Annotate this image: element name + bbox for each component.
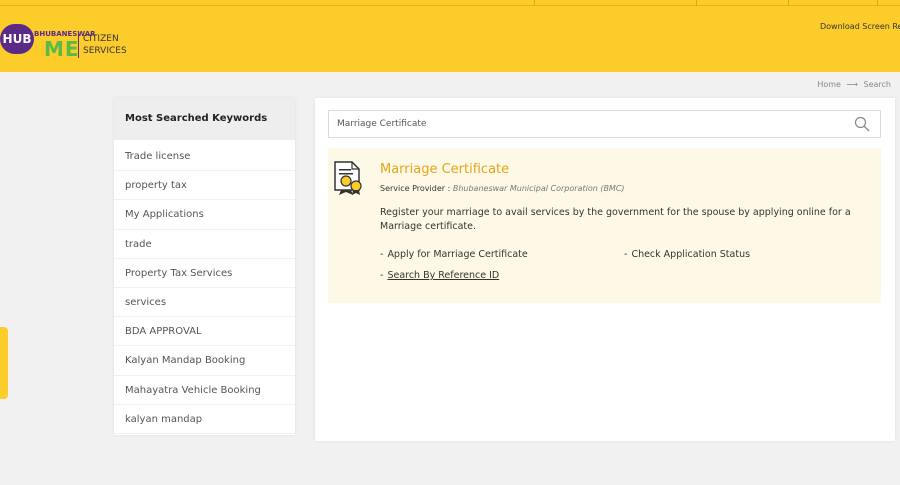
logo-hub-badge: HUB (0, 24, 34, 54)
logo-citizen-services: CITIZEN SERVICES (83, 33, 127, 57)
header-top-bar (0, 0, 900, 6)
logo-divider (78, 32, 79, 58)
keywords-list: Trade license property tax My Applicatio… (114, 142, 295, 434)
header-divider (696, 0, 697, 6)
header-divider (877, 0, 878, 6)
header-divider (788, 0, 789, 6)
check-status-link[interactable]: - Check Application Status (624, 249, 750, 260)
breadcrumb-home[interactable]: Home (817, 80, 841, 89)
result-title[interactable]: Marriage Certificate (380, 162, 509, 177)
reference-id-link-label: Search By Reference ID (387, 270, 500, 281)
keyword-item[interactable]: property tax (114, 171, 295, 201)
keyword-item[interactable]: Trade license (114, 142, 295, 172)
provider-label: Service Provider : (380, 184, 451, 193)
download-screen-reader-link[interactable]: Download Screen Reader (820, 22, 900, 31)
logo-me-text: ME (44, 37, 80, 61)
keyword-item[interactable]: Property Tax Services (114, 259, 295, 288)
side-feedback-tab[interactable] (0, 327, 8, 399)
keyword-item[interactable]: trade (114, 230, 295, 259)
breadcrumb-arrow-icon: ⟶ (846, 80, 858, 89)
bullet-dash: - (380, 270, 384, 281)
apply-link[interactable]: - Apply for Marriage Certificate (380, 249, 528, 260)
breadcrumb-current: Search (863, 80, 891, 89)
search-box (328, 110, 881, 138)
check-status-link-label: Check Application Status (631, 249, 751, 260)
service-provider: Service Provider : Bhubaneswar Municipal… (380, 184, 625, 193)
most-searched-keywords-panel: Most Searched Keywords Trade license pro… (114, 98, 295, 435)
keywords-heading: Most Searched Keywords (114, 98, 295, 140)
keyword-item[interactable]: kalyan mandap (114, 405, 295, 434)
logo-citizen-line1: CITIZEN (83, 34, 119, 44)
search-input[interactable] (329, 111, 829, 137)
result-card: Marriage Certificate Service Provider : … (328, 148, 881, 303)
header-divider (534, 0, 535, 6)
reference-id-link[interactable]: - Search By Reference ID (380, 270, 499, 281)
keyword-item[interactable]: services (114, 288, 295, 318)
provider-value: Bhubaneswar Municipal Corporation (BMC) (452, 184, 625, 193)
keyword-item[interactable]: Kalyan Mandap Booking (114, 346, 295, 376)
breadcrumb: Home ⟶ Search (817, 80, 891, 89)
result-description: Register your marriage to avail services… (380, 207, 851, 232)
certificate-icon (334, 161, 362, 195)
keyword-item[interactable]: Mahayatra Vehicle Booking (114, 376, 295, 405)
search-icon[interactable] (854, 116, 870, 132)
keyword-item[interactable]: BDA APPROVAL (114, 317, 295, 347)
search-results-panel: Marriage Certificate Service Provider : … (315, 98, 895, 441)
logo-citizen-line2: SERVICES (83, 46, 127, 56)
apply-link-label: Apply for Marriage Certificate (387, 249, 528, 260)
keyword-item[interactable]: My Applications (114, 200, 295, 230)
site-header: HUB BHUBANESWAR ME CITIZEN SERVICES Down… (0, 0, 900, 72)
bullet-dash: - (380, 249, 384, 260)
bullet-dash: - (624, 249, 628, 260)
site-logo[interactable]: HUB BHUBANESWAR ME CITIZEN SERVICES (0, 20, 150, 61)
